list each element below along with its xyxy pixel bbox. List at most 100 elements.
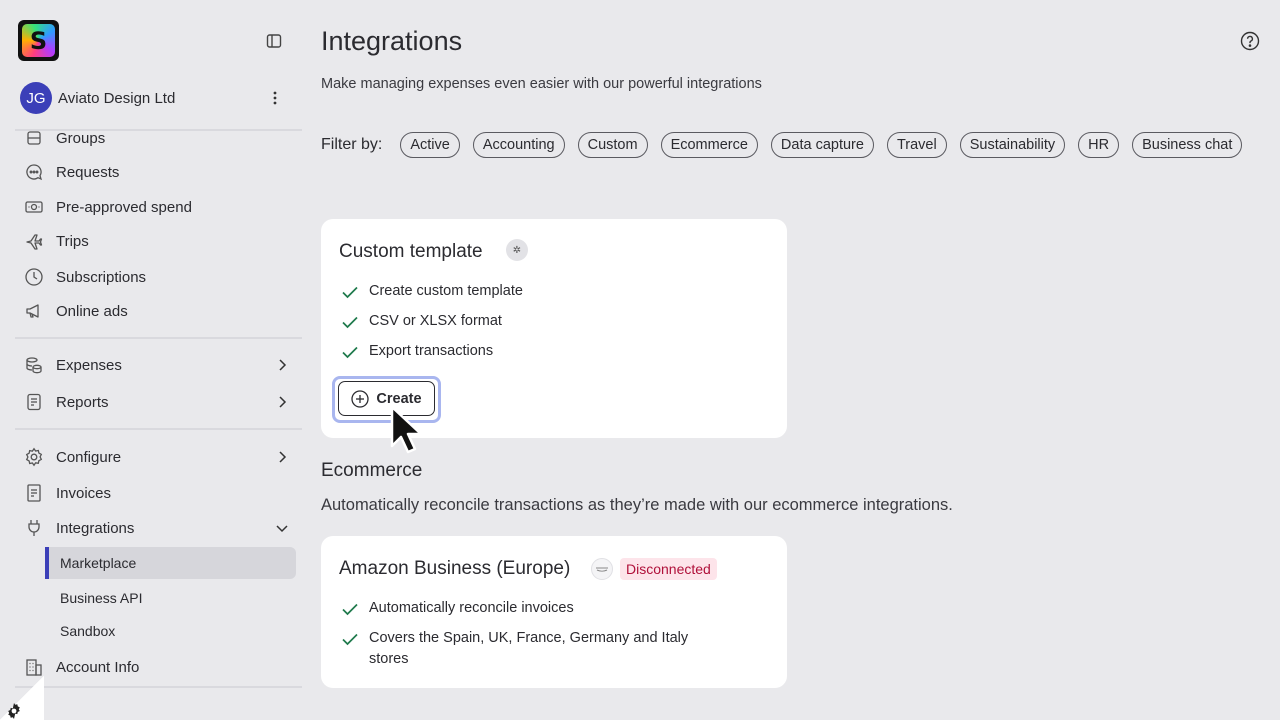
feature-text: CSV or XLSX format bbox=[369, 313, 502, 329]
gear-icon bbox=[24, 447, 44, 467]
sidebar-item-label: Integrations bbox=[56, 519, 135, 537]
sidebar-item-label: Requests bbox=[56, 163, 120, 181]
page-subtitle: Make managing expenses even easier with … bbox=[321, 76, 762, 92]
status-badge: Disconnected bbox=[620, 558, 717, 580]
feature-text: Export transactions bbox=[369, 343, 494, 359]
help-button[interactable] bbox=[1240, 31, 1260, 51]
pre-approved-icon bbox=[24, 197, 44, 217]
sidebar-item-label: Trips bbox=[56, 232, 89, 250]
amazon-business-card[interactable]: Amazon Business (Europe) Disconnected Au… bbox=[321, 536, 787, 688]
feature-item: Automatically reconcile invoices bbox=[341, 598, 574, 619]
custom-template-card: Custom template ✲ Create custom template… bbox=[321, 219, 787, 438]
sidebar-item-configure[interactable]: Configure bbox=[24, 442, 290, 472]
plug-icon bbox=[24, 518, 44, 538]
sidebar-toggle-button[interactable] bbox=[264, 31, 284, 51]
sidebar-item-invoices[interactable]: Invoices bbox=[24, 478, 290, 508]
check-icon bbox=[342, 346, 358, 359]
logo-letter: S bbox=[29, 26, 48, 55]
card-title: Amazon Business (Europe) bbox=[339, 558, 571, 579]
sidebar-item-integrations[interactable]: Integrations bbox=[24, 513, 290, 543]
plane-icon bbox=[24, 231, 44, 251]
plus-circle-icon bbox=[351, 389, 370, 408]
sidebar-item-label: Expenses bbox=[56, 356, 122, 374]
requests-icon bbox=[24, 162, 44, 182]
building-icon bbox=[24, 657, 44, 677]
chevron-right-icon bbox=[274, 357, 290, 373]
feature-text: Covers the Spain, UK, France, Germany an… bbox=[369, 630, 689, 667]
sidebar-item-pre-approved-spend[interactable]: Pre-approved spend bbox=[24, 192, 290, 222]
filter-chip-sustainability[interactable]: Sustainability bbox=[959, 132, 1066, 158]
check-icon bbox=[342, 316, 358, 329]
chevron-down-icon bbox=[274, 520, 290, 536]
check-icon bbox=[342, 633, 358, 646]
filter-chip-custom[interactable]: Custom bbox=[577, 132, 648, 158]
section-description: Automatically reconcile transactions as … bbox=[321, 496, 953, 514]
clock-icon bbox=[24, 267, 44, 287]
sidebar-item-label: Pre-approved spend bbox=[56, 198, 192, 216]
sidebar-item-label: Subscriptions bbox=[56, 268, 147, 286]
feature-text: Automatically reconcile invoices bbox=[369, 600, 574, 616]
filter-chip-hr[interactable]: HR bbox=[1078, 132, 1120, 158]
sidebar-subitem-marketplace[interactable]: Marketplace bbox=[45, 547, 296, 579]
invoice-icon bbox=[24, 483, 44, 503]
sidebar-item-groups[interactable]: Groups bbox=[24, 123, 290, 153]
filter-chip-travel[interactable]: Travel bbox=[886, 132, 947, 158]
sidebar-item-label: Online ads bbox=[56, 302, 128, 320]
check-icon bbox=[342, 603, 358, 616]
sidebar: S JG Aviato Design Ltd Groups Requests P… bbox=[0, 0, 310, 720]
sidebar-item-label: Configure bbox=[56, 448, 122, 466]
filter-chip-active[interactable]: Active bbox=[400, 132, 460, 158]
coins-icon bbox=[24, 355, 44, 375]
sidebar-subitem-business-api[interactable]: Business API bbox=[45, 582, 296, 614]
filter-chip-data-capture[interactable]: Data capture bbox=[770, 132, 874, 158]
sidebar-toggle-icon bbox=[266, 34, 282, 48]
groups-icon bbox=[24, 128, 44, 148]
megaphone-icon bbox=[24, 301, 44, 321]
sidebar-item-label: Account Info bbox=[56, 658, 140, 676]
sidebar-item-subscriptions[interactable]: Subscriptions bbox=[24, 262, 290, 292]
sidebar-item-account-info[interactable]: Account Info bbox=[24, 652, 290, 682]
kebab-icon bbox=[273, 91, 277, 105]
app-logo[interactable]: S bbox=[18, 20, 59, 61]
company-menu-button[interactable] bbox=[265, 88, 285, 108]
sidebar-subitem-sandbox[interactable]: Sandbox bbox=[45, 615, 296, 647]
divider bbox=[15, 337, 302, 339]
sidebar-item-requests[interactable]: Requests bbox=[24, 157, 290, 187]
divider bbox=[15, 686, 302, 688]
create-button-label: Create bbox=[376, 390, 422, 407]
filter-label: Filter by: bbox=[321, 136, 383, 153]
card-title: Custom template bbox=[339, 241, 483, 262]
feature-item: CSV or XLSX format bbox=[341, 311, 502, 332]
check-icon bbox=[342, 286, 358, 299]
reports-icon bbox=[24, 392, 44, 412]
company-switcher[interactable]: JG Aviato Design Ltd bbox=[20, 82, 290, 114]
page-title: Integrations bbox=[321, 26, 463, 56]
help-icon bbox=[1240, 31, 1260, 51]
sidebar-item-trips[interactable]: Trips bbox=[24, 226, 290, 256]
sidebar-item-expenses[interactable]: Expenses bbox=[24, 350, 290, 380]
sidebar-item-reports[interactable]: Reports bbox=[24, 387, 290, 417]
filter-chip-ecommerce[interactable]: Ecommerce bbox=[660, 132, 758, 158]
chevron-right-icon bbox=[274, 449, 290, 465]
avatar: JG bbox=[20, 82, 52, 114]
settings-gear-icon[interactable] bbox=[6, 703, 22, 719]
divider bbox=[15, 428, 302, 430]
amazon-logo-icon bbox=[591, 558, 613, 580]
chevron-right-icon bbox=[274, 394, 290, 410]
sidebar-item-label: Groups bbox=[56, 129, 106, 147]
feature-item: Export transactions bbox=[341, 341, 493, 362]
filter-chip-business-chat[interactable]: Business chat bbox=[1132, 132, 1243, 158]
feature-item: Create custom template bbox=[341, 281, 523, 302]
filter-bar: Filter by: Active Accounting Custom Ecom… bbox=[321, 132, 1255, 158]
company-name: Aviato Design Ltd bbox=[58, 89, 176, 107]
feature-text: Create custom template bbox=[369, 283, 523, 299]
feature-item: Covers the Spain, UK, France, Germany an… bbox=[341, 628, 691, 670]
logo-gradient: S bbox=[22, 24, 55, 57]
sidebar-item-online-ads[interactable]: Online ads bbox=[24, 296, 290, 326]
star-icon: ✲ bbox=[506, 239, 528, 261]
filter-chip-accounting[interactable]: Accounting bbox=[472, 132, 565, 158]
sidebar-item-label: Reports bbox=[56, 393, 109, 411]
create-button[interactable]: Create bbox=[338, 381, 435, 416]
section-title-ecommerce: Ecommerce bbox=[321, 460, 423, 481]
sidebar-item-label: Invoices bbox=[56, 484, 112, 502]
